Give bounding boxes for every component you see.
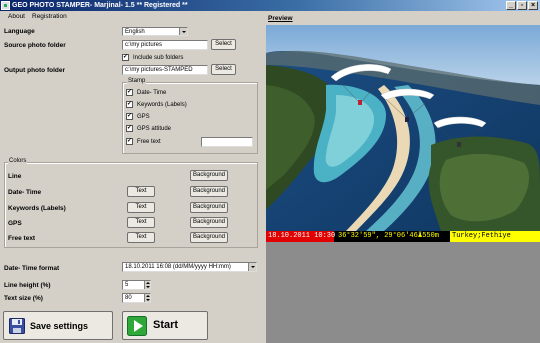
line-height-value: 5 — [125, 282, 129, 288]
start-label: Start — [153, 319, 179, 331]
color-row-label-free-text: Free text — [8, 235, 36, 242]
title-bar: GEO PHOTO STAMPER- Marjinal- 1.5 ** Regi… — [0, 0, 540, 11]
text-size-stepper[interactable]: 80 — [122, 293, 151, 303]
play-icon — [127, 316, 147, 336]
line-height-label: Line height (%) — [4, 282, 51, 289]
window-title: GEO PHOTO STAMPER- Marjinal- 1.5 ** Regi… — [12, 2, 188, 9]
include-subfolders-checkbox[interactable]: ✓ — [122, 54, 129, 61]
keywords-text-button[interactable]: Text — [127, 202, 155, 213]
app-icon — [1, 1, 10, 10]
preview-photo — [266, 25, 540, 231]
stamp-gps-checkbox[interactable]: ✓ — [126, 113, 133, 120]
maximize-icon[interactable]: ▫ — [517, 1, 527, 10]
color-row-label-datetime: Date- Time — [8, 189, 42, 196]
close-icon[interactable]: × — [528, 1, 538, 10]
datetime-background-button[interactable]: Background — [190, 186, 228, 197]
stamp-free-text-label: Free text — [137, 139, 161, 145]
spin-arrows-icon[interactable] — [144, 281, 150, 289]
language-label: Language — [4, 28, 35, 35]
output-folder-value: c:\my pictures-STAMPED — [125, 67, 193, 73]
datetime-format-value: 18.10.2011 16:08 (dd/MM/yyyy HH:mm) — [125, 264, 231, 270]
text-size-label: Text size (%) — [4, 295, 43, 302]
gps-text-button[interactable]: Text — [127, 217, 155, 228]
preview-photo-image — [266, 25, 540, 231]
color-row-label-line: Line — [8, 173, 22, 180]
output-folder-label: Output photo folder — [4, 67, 66, 74]
source-folder-input[interactable]: c:\my pictures — [122, 40, 208, 50]
line-background-button[interactable]: Background — [190, 170, 228, 181]
stamp-date-text: 18.10.2011 10:30 — [266, 231, 336, 242]
menu-registration[interactable]: Registration — [32, 11, 67, 23]
stamp-keywords-checkbox[interactable]: ✓ — [126, 101, 133, 108]
source-folder-label: Source photo folder — [4, 42, 66, 49]
source-folder-value: c:\my pictures — [125, 42, 163, 48]
preview-stamp-bar: 18.10.2011 10:30 36°32'59", 29°06'46" ▲5… — [266, 231, 540, 242]
free-text-input[interactable] — [201, 137, 253, 147]
start-button[interactable]: Start — [122, 311, 208, 340]
gps-background-button[interactable]: Background — [190, 217, 228, 228]
free-text-text-button[interactable]: Text — [127, 232, 155, 243]
datetime-format-dropdown[interactable]: 18.10.2011 16:08 (dd/MM/yyyy HH:mm) — [122, 262, 257, 272]
stamp-free-text-checkbox[interactable]: ✓ — [126, 138, 133, 145]
keywords-background-button[interactable]: Background — [190, 202, 228, 213]
language-value: English — [125, 29, 145, 35]
datetime-text-button[interactable]: Text — [127, 186, 155, 197]
minimize-icon[interactable]: _ — [506, 1, 516, 10]
stamp-gps-altitude-label: GPS attitude — [137, 126, 172, 132]
save-settings-button[interactable]: Save settings — [3, 311, 113, 340]
free-text-background-button[interactable]: Background — [190, 232, 228, 243]
text-size-value: 80 — [125, 295, 132, 301]
language-dropdown[interactable]: English — [122, 27, 188, 36]
stamp-datetime-checkbox[interactable]: ✓ — [126, 89, 133, 96]
stamp-gps-altitude-checkbox[interactable]: ✓ — [126, 125, 133, 132]
stamp-datetime-label: Date- Time — [137, 90, 167, 96]
color-row-label-gps: GPS — [8, 220, 22, 227]
chevron-down-icon[interactable] — [248, 263, 256, 271]
stamp-altitude-text: ▲550m — [418, 232, 440, 240]
menu-about[interactable]: About — [8, 11, 25, 23]
chevron-down-icon[interactable] — [179, 28, 187, 35]
preview-empty-area — [266, 242, 540, 343]
datetime-format-label: Date- Time format — [4, 265, 60, 272]
stamp-keywords-label: Keywords (Labels) — [137, 102, 187, 108]
spin-arrows-icon[interactable] — [144, 294, 150, 302]
floppy-disk-icon — [9, 318, 25, 334]
line-height-stepper[interactable]: 5 — [122, 280, 151, 290]
output-folder-input[interactable]: c:\my pictures-STAMPED — [122, 65, 208, 75]
stamp-gps-label: GPS — [137, 114, 150, 120]
save-settings-label: Save settings — [30, 321, 89, 331]
colors-group-title: Colors — [8, 158, 28, 165]
preview-label: Preview — [268, 15, 293, 22]
color-row-label-keywords: Keywords (Labels) — [8, 205, 66, 212]
output-select-button[interactable]: Select — [211, 64, 236, 75]
include-subfolders-label: Include sub folders — [133, 55, 184, 61]
source-select-button[interactable]: Select — [211, 39, 236, 50]
stamp-group-title: Stamp — [127, 78, 147, 85]
stamp-free-text: Turkey;Fethiye — [450, 231, 540, 242]
